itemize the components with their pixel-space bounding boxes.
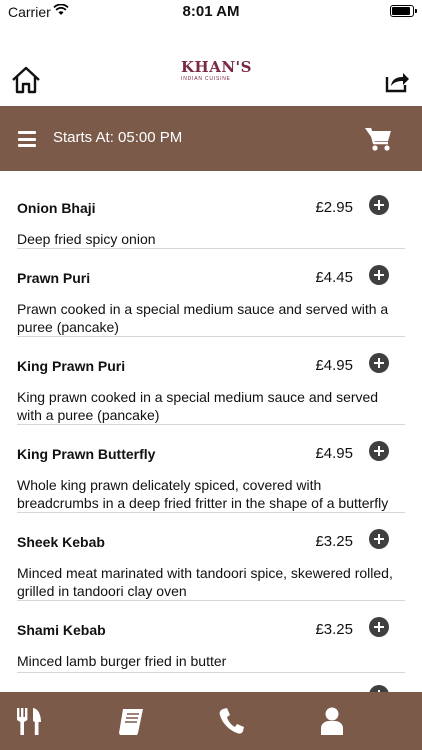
item-price: £4.95: [315, 357, 353, 374]
bottom-tab-bar: [0, 692, 422, 750]
item-name: King Prawn Butterfly: [17, 446, 156, 462]
item-name: Prawn Puri: [17, 270, 91, 286]
menu-item: King Prawn Butterfly £4.95 Whole king pr…: [17, 441, 405, 513]
item-description: Minced meat marinated with tandoori spic…: [17, 565, 393, 599]
home-icon[interactable]: [10, 64, 42, 96]
item-price: £4.45: [315, 269, 353, 286]
item-name: Sheek Kebab: [17, 534, 105, 550]
item-description: Prawn cooked in a special medium sauce a…: [17, 301, 389, 335]
add-item-button[interactable]: [369, 685, 389, 692]
item-description: King prawn cooked in a special medium sa…: [17, 389, 379, 423]
item-name: Shami Kebab: [17, 622, 106, 638]
menu-list: Onion Bhaji £2.95 Deep fried spicy onion…: [0, 171, 422, 692]
share-icon[interactable]: [384, 68, 410, 94]
cutlery-icon[interactable]: [16, 706, 44, 736]
item-name: Onion Bhaji: [17, 200, 96, 216]
header-banner: Starts At: 05:00 PM: [0, 106, 422, 171]
item-name: King Prawn Puri: [17, 358, 126, 374]
menu-book-icon[interactable]: [117, 706, 145, 736]
menu-item: Sheek Kebab £3.25 Minced meat marinated …: [17, 529, 405, 601]
item-price: £3.25: [315, 621, 353, 638]
start-time-label: Starts At: 05:00 PM: [53, 129, 183, 146]
status-time: 8:01 AM: [182, 3, 240, 20]
add-item-button[interactable]: [369, 529, 389, 549]
menu-item: Onion Bhaji £2.95 Deep fried spicy onion: [17, 195, 405, 249]
battery-icon: [390, 5, 417, 17]
item-price: £3.25: [315, 533, 353, 550]
user-icon[interactable]: [318, 706, 346, 736]
item-description: Whole king prawn delicately spiced, cove…: [17, 477, 389, 511]
status-bar: Carrier 8:01 AM: [0, 0, 422, 24]
add-item-button[interactable]: [369, 265, 389, 285]
menu-item: Prawn Puri £4.45 Prawn cooked in a speci…: [17, 265, 405, 337]
menu-item: King Prawn Puri £4.95 King prawn cooked …: [17, 353, 405, 425]
item-description: Deep fried spicy onion: [17, 231, 156, 247]
restaurant-logo: KHAN'S INDIAN CUISINE: [181, 58, 252, 82]
top-nav: KHAN'S INDIAN CUISINE: [0, 44, 422, 106]
cart-icon[interactable]: [364, 126, 392, 152]
menu-item: Shami Kebab £3.25 Minced lamb burger fri…: [17, 617, 405, 673]
item-price: £2.95: [315, 199, 353, 216]
add-item-button[interactable]: [369, 353, 389, 373]
add-item-button[interactable]: [369, 195, 389, 215]
add-item-button[interactable]: [369, 617, 389, 637]
hamburger-menu-icon[interactable]: [18, 131, 36, 147]
item-description: Minced lamb burger fried in butter: [17, 653, 227, 669]
item-price: £4.95: [315, 445, 353, 462]
phone-icon[interactable]: [217, 706, 245, 736]
add-item-button[interactable]: [369, 441, 389, 461]
